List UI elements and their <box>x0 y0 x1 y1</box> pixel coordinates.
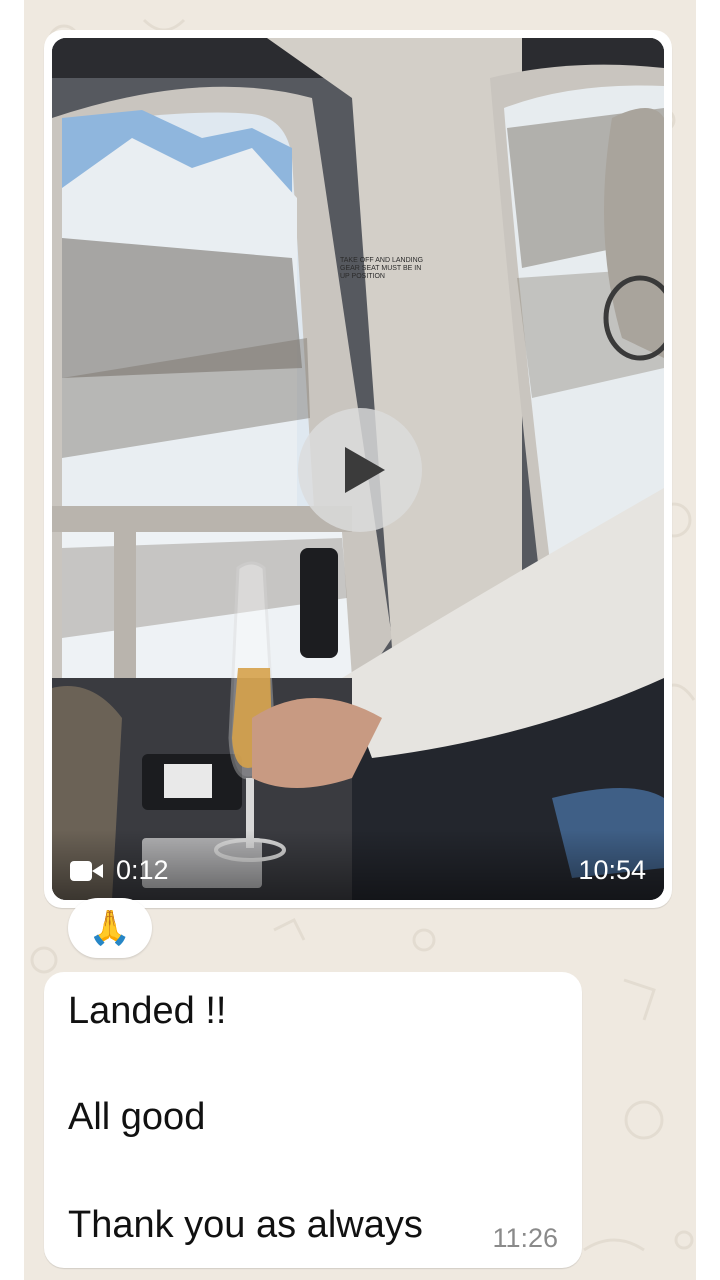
play-button[interactable] <box>298 408 422 532</box>
video-message-bubble[interactable]: TAKE OFF AND LANDING GEAR SEAT MUST BE I… <box>44 30 672 908</box>
message-line-1: Landed !! <box>68 990 227 1032</box>
video-camera-icon <box>70 860 104 881</box>
folded-hands-emoji-icon: 🙏 <box>88 909 132 947</box>
video-thumbnail[interactable]: TAKE OFF AND LANDING GEAR SEAT MUST BE I… <box>52 38 664 900</box>
screen-edge-left <box>0 0 24 1280</box>
duration-label: 0:12 <box>116 855 169 885</box>
play-icon <box>345 447 385 493</box>
screen-edge-right <box>696 0 720 1280</box>
video-message-time: 10:54 <box>578 855 646 885</box>
message-line-2: All good <box>68 1096 206 1138</box>
message-time: 11:26 <box>492 1223 558 1253</box>
text-message-bubble[interactable]: Landed !! All good Thank you as always 1… <box>44 972 582 1268</box>
svg-text:TAKE OFF AND LANDING: TAKE OFF AND LANDING <box>340 257 423 264</box>
video-duration: 0:12 <box>70 855 169 886</box>
svg-text:UP POSITION: UP POSITION <box>340 273 385 280</box>
svg-text:GEAR SEAT MUST BE IN: GEAR SEAT MUST BE IN <box>340 265 421 272</box>
message-line-3: Thank you as always <box>68 1204 423 1246</box>
reaction-badge[interactable]: 🙏 <box>68 898 152 958</box>
video-meta-overlay: 0:12 10:54 <box>52 830 664 900</box>
